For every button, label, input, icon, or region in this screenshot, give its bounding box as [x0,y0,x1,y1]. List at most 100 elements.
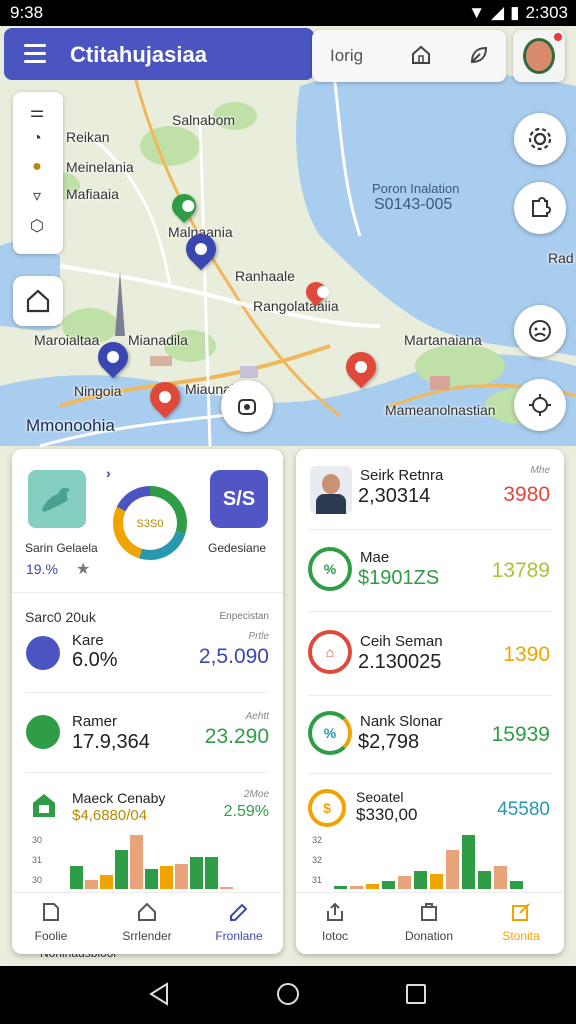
system-nav-bar [0,966,576,1024]
chart-bar [175,864,188,889]
map-label: Rad [548,250,574,266]
nav-label: Stonita [502,929,540,943]
divider [26,772,269,773]
home-circle-icon[interactable] [277,983,299,1005]
nav-item-status[interactable]: Stonita [476,901,564,943]
nav-item-donation[interactable]: Donation [384,901,474,943]
row-name: Ramer [72,713,118,730]
row-name: Maeck Cenaby [72,790,166,806]
map-label-water-code: S0143-005 [374,196,453,213]
chart-bar [85,880,98,889]
nav-label: Donation [404,929,454,943]
map-label: Rangolataaiia [253,298,339,314]
notification-dot [554,33,562,41]
map-label: Mameanolnastian [385,402,496,418]
status-icons: ▼ ◢ ▮ 2:303 [468,3,568,23]
robot-icon [238,399,256,415]
edit-icon [230,903,248,921]
chart-bar [334,886,347,889]
section-title: Sarc0 20uk [25,609,96,625]
chart-bar [430,874,443,889]
filter-icon[interactable]: ▿ [25,186,49,208]
nav-item-home[interactable]: Foolie [12,901,96,943]
nav-item-profile[interactable]: Fronlane [194,901,283,943]
chart-bar [160,866,173,889]
map-label: Salnabom [172,112,236,128]
ring-glyph: % [323,725,337,741]
badge-icon[interactable]: ● [25,158,49,180]
puzzle-icon [532,197,551,217]
map-label: Meinelania [66,159,134,175]
shop-icon [421,903,437,921]
feedback-button[interactable] [514,305,566,357]
y-tick: 32 [312,835,323,845]
stats-card-left: › S3S0 S/S Sarin Gelaela Gedesiane 19.% … [12,449,283,954]
seal-caption: Sarin Gelaela [25,541,98,555]
house-icon [138,902,156,921]
row-value: $1901ZS [358,567,440,589]
user-avatar[interactable] [513,30,565,82]
row-tag: Mhe [530,465,550,476]
chevron-right-icon[interactable]: › [106,465,111,481]
rating-value: 19.% [26,561,58,577]
person-avatar[interactable] [310,466,352,514]
puzzle-button[interactable] [514,182,566,234]
donut-chart: S3S0 [113,486,187,560]
house-icon [26,289,50,313]
home-button[interactable] [13,276,63,326]
map-label: Reikan [66,129,110,145]
nav-item-sender[interactable]: Srrlender [102,901,192,943]
section-subtitle: Enpecistan [219,611,269,622]
bottom-nav-right: Iotoc Donation Stonita [296,892,564,954]
chart-bar [494,866,507,889]
y-tick: 31 [32,855,43,865]
row-name: Seirk Retnra [360,467,444,484]
location-button[interactable] [514,379,566,431]
home-icon[interactable] [410,44,432,66]
chart-bar [130,835,143,889]
row-number: 13789 [491,559,550,582]
search-label: Iorig [330,46,364,65]
map-tool-panel: ⚌ ◔ ● ▿ ⬡ [13,92,63,254]
cube-icon[interactable]: ⬡ [25,216,49,238]
ring-glyph: $ [323,800,331,816]
chart-bar [478,871,491,889]
chart-bar [190,857,203,889]
chart-bar [115,850,128,889]
avatar-image [523,38,555,74]
status-bar: 9:38 ▼ ◢ ▮ 2:303 [0,0,576,26]
back-icon[interactable] [148,982,170,1006]
layers-icon[interactable]: ⚌ [25,102,49,124]
chart-bar [510,881,523,889]
stats-card-right: Seirk Retnra 2,30314 Mhe 3980 % Mae $190… [296,449,564,954]
locate-icon [529,394,551,416]
menu-icon[interactable] [24,44,46,63]
chart-bar [145,869,158,889]
row-number: 45580 [497,799,550,820]
chart-bar [100,875,113,889]
house-icon [33,794,55,817]
nav-item-notes[interactable]: Iotoc [296,901,380,943]
search-box[interactable]: Iorig [312,30,506,82]
row-value: 2.130025 [358,651,442,673]
wifi-icon: ▼ [468,3,486,22]
nav-label: Srrlender [122,929,172,943]
star-icon[interactable]: ★ [76,559,90,579]
recenter-button[interactable] [221,380,273,432]
row-value: $2,798 [358,731,420,753]
divider [308,611,552,612]
battery-icon: ▮ [510,3,520,22]
settings-button[interactable] [514,113,566,165]
clock-icon[interactable]: ◔ [25,130,49,152]
y-tick: 31 [312,875,323,885]
row-name: Seoatel [356,789,404,805]
row-name: Ceih Seman [360,633,443,650]
seal-tile[interactable] [28,470,86,528]
row-number: 1390 [503,643,550,666]
recent-apps-icon[interactable] [406,984,426,1004]
leaf-icon[interactable] [468,44,490,66]
score-tile[interactable]: S/S [210,470,268,528]
nav-label: Fronlane [215,929,263,943]
row-value: 6.0% [72,649,118,671]
map-label-water: Poron Inalation [372,181,460,196]
